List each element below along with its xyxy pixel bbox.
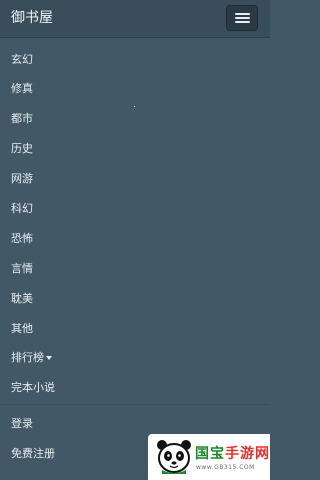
- watermark-title: 国宝手游网: [195, 443, 270, 463]
- menu-item-dushi[interactable]: 都市: [11, 112, 33, 126]
- menu-item-xiuzhen[interactable]: 修真: [11, 82, 33, 96]
- page: 御书屋 玄幻 修真 都市 历史 网游 科幻 恐怖 言情 耽美 其他 排行榜 完本…: [0, 0, 270, 480]
- hamburger-icon-bar: [235, 17, 250, 19]
- menu-item-qita[interactable]: 其他: [11, 322, 33, 336]
- hamburger-icon-bar: [235, 21, 250, 23]
- hamburger-icon: [235, 13, 250, 15]
- watermark-logo: 国宝手游网 www.GB315.COM: [148, 434, 270, 480]
- menu-item-yanqing[interactable]: 言情: [11, 262, 33, 276]
- menu-item-lishi[interactable]: 历史: [11, 142, 33, 156]
- menu-item-kongbu[interactable]: 恐怖: [11, 232, 33, 246]
- menu-item-rankings[interactable]: 排行榜: [11, 351, 52, 365]
- menu-item-login[interactable]: 登录: [11, 417, 33, 431]
- menu-item-completed-novels[interactable]: 完本小说: [11, 381, 55, 395]
- watermark-url: www.GB315.COM: [196, 464, 255, 471]
- brand-title[interactable]: 御书屋: [11, 9, 53, 27]
- panda-icon: [157, 440, 191, 474]
- menu-item-danmei[interactable]: 耽美: [11, 292, 33, 306]
- menu-item-wangyou[interactable]: 网游: [11, 172, 33, 186]
- menu-item-register[interactable]: 免费注册: [11, 447, 55, 461]
- watermark-title-part1: 国宝: [195, 446, 225, 462]
- menu-divider: [0, 404, 270, 405]
- menu-toggle-button[interactable]: [226, 5, 258, 31]
- menu-item-xuanhuan[interactable]: 玄幻: [11, 53, 33, 67]
- stray-dot: [134, 106, 135, 107]
- navbar: 御书屋: [0, 0, 270, 38]
- rankings-label: 排行榜: [11, 351, 44, 364]
- caret-down-icon: [46, 356, 52, 360]
- menu-item-kehuan[interactable]: 科幻: [11, 202, 33, 216]
- watermark-title-part2: 手游网: [225, 446, 270, 462]
